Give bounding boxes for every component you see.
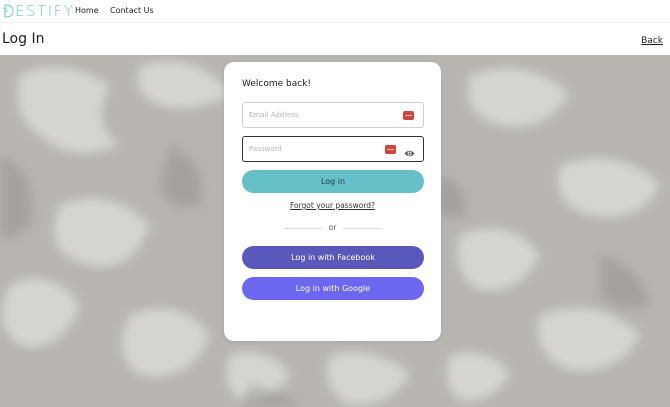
- login-button[interactable]: Log in: [242, 170, 424, 193]
- forgot-password-link[interactable]: Forgot your password?: [224, 201, 441, 210]
- or-divider: or: [284, 223, 381, 233]
- logo-text: ESTIFY: [15, 2, 75, 20]
- password-manager-icon[interactable]: [385, 145, 396, 154]
- password-input[interactable]: [243, 137, 423, 161]
- nav-link-contact-us[interactable]: Contact Us: [110, 6, 154, 15]
- divider-line-right: [343, 228, 381, 229]
- login-card: Welcome back! Log in Forgot your passwor…: [224, 62, 441, 341]
- password-manager-icon[interactable]: [403, 111, 414, 120]
- logo[interactable]: ESTIFY: [2, 2, 74, 20]
- nav-link-home[interactable]: Home: [75, 6, 99, 15]
- back-link[interactable]: Back: [641, 36, 663, 46]
- page-header: Log In Back: [0, 22, 670, 55]
- password-field[interactable]: [242, 136, 424, 162]
- top-nav: ESTIFY Home Contact Us: [0, 0, 670, 22]
- logo-mark-icon: [2, 3, 14, 19]
- facebook-login-button[interactable]: Log in with Facebook: [242, 246, 424, 269]
- page-title: Log In: [2, 31, 45, 47]
- email-input[interactable]: [243, 103, 423, 127]
- google-login-button[interactable]: Log in with Google: [242, 277, 424, 300]
- welcome-heading: Welcome back!: [242, 79, 312, 89]
- email-field[interactable]: [242, 102, 424, 128]
- eye-icon[interactable]: [404, 144, 415, 157]
